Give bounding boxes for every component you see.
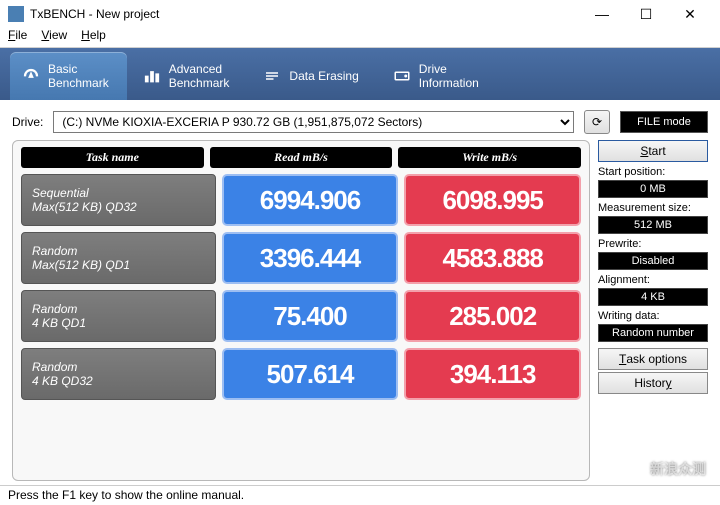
- table-row: Sequential Max(512 KB) QD32 6994.906 609…: [21, 174, 581, 226]
- drive-icon: [393, 67, 411, 85]
- table-row: Random Max(512 KB) QD1 3396.444 4583.888: [21, 232, 581, 284]
- alignment-label: Alignment:: [598, 274, 708, 286]
- sidebar: Start Start position: 0 MB Measurement s…: [598, 140, 708, 481]
- tab-label: Drive Information: [419, 62, 479, 90]
- menubar: File View Help: [0, 28, 720, 48]
- bar-chart-icon: [143, 67, 161, 85]
- tab-label: Basic Benchmark: [48, 62, 109, 90]
- measurement-size-value[interactable]: 512 MB: [598, 216, 708, 234]
- status-bar: Press the F1 key to show the online manu…: [0, 485, 720, 505]
- tab-basic-benchmark[interactable]: Basic Benchmark: [10, 52, 127, 100]
- erase-icon: [263, 67, 281, 85]
- titlebar: TxBENCH - New project — ☐ ✕: [0, 0, 720, 28]
- write-value: 394.113: [404, 348, 581, 400]
- header-write: Write mB/s: [398, 147, 581, 168]
- task-cell[interactable]: Random Max(512 KB) QD1: [21, 232, 216, 284]
- table-row: Random 4 KB QD32 507.614 394.113: [21, 348, 581, 400]
- prewrite-value[interactable]: Disabled: [598, 252, 708, 270]
- read-value: 75.400: [222, 290, 399, 342]
- header-taskname: Task name: [21, 147, 204, 168]
- read-value: 507.614: [222, 348, 399, 400]
- tab-bar: Basic Benchmark Advanced Benchmark Data …: [0, 48, 720, 100]
- drive-label: Drive:: [12, 115, 43, 129]
- header-read: Read mB/s: [210, 147, 393, 168]
- refresh-icon: ⟳: [592, 115, 602, 129]
- menu-view[interactable]: View: [41, 28, 67, 47]
- task-cell[interactable]: Random 4 KB QD1: [21, 290, 216, 342]
- drive-row: Drive: (C:) NVMe KIOXIA-EXCERIA P 930.72…: [0, 100, 720, 140]
- write-value: 4583.888: [404, 232, 581, 284]
- prewrite-label: Prewrite:: [598, 238, 708, 250]
- read-value: 3396.444: [222, 232, 399, 284]
- tab-label: Advanced Benchmark: [169, 62, 230, 90]
- table-row: Random 4 KB QD1 75.400 285.002: [21, 290, 581, 342]
- start-button[interactable]: Start: [598, 140, 708, 162]
- task-cell[interactable]: Sequential Max(512 KB) QD32: [21, 174, 216, 226]
- start-position-value[interactable]: 0 MB: [598, 180, 708, 198]
- drive-select[interactable]: (C:) NVMe KIOXIA-EXCERIA P 930.72 GB (1,…: [53, 111, 574, 133]
- history-button[interactable]: History: [598, 372, 708, 394]
- menu-file[interactable]: File: [8, 28, 27, 47]
- tab-data-erasing[interactable]: Data Erasing: [251, 52, 376, 100]
- close-button[interactable]: ✕: [668, 0, 712, 28]
- tab-drive-information[interactable]: Drive Information: [381, 52, 497, 100]
- app-icon: [8, 6, 24, 22]
- menu-help[interactable]: Help: [81, 28, 106, 47]
- writing-data-label: Writing data:: [598, 310, 708, 322]
- tab-label: Data Erasing: [289, 69, 358, 83]
- gauge-icon: [22, 67, 40, 85]
- window-title: TxBENCH - New project: [30, 7, 580, 21]
- results-header: Task name Read mB/s Write mB/s: [21, 147, 581, 168]
- write-value: 6098.995: [404, 174, 581, 226]
- writing-data-value[interactable]: Random number: [598, 324, 708, 342]
- results-panel: Task name Read mB/s Write mB/s Sequentia…: [12, 140, 590, 481]
- task-cell[interactable]: Random 4 KB QD32: [21, 348, 216, 400]
- read-value: 6994.906: [222, 174, 399, 226]
- file-mode-button[interactable]: FILE mode: [620, 111, 708, 133]
- start-position-label: Start position:: [598, 166, 708, 178]
- alignment-value[interactable]: 4 KB: [598, 288, 708, 306]
- minimize-button[interactable]: —: [580, 0, 624, 28]
- tab-advanced-benchmark[interactable]: Advanced Benchmark: [131, 52, 248, 100]
- maximize-button[interactable]: ☐: [624, 0, 668, 28]
- task-options-button[interactable]: Task options: [598, 348, 708, 370]
- refresh-button[interactable]: ⟳: [584, 110, 610, 134]
- write-value: 285.002: [404, 290, 581, 342]
- measurement-size-label: Measurement size:: [598, 202, 708, 214]
